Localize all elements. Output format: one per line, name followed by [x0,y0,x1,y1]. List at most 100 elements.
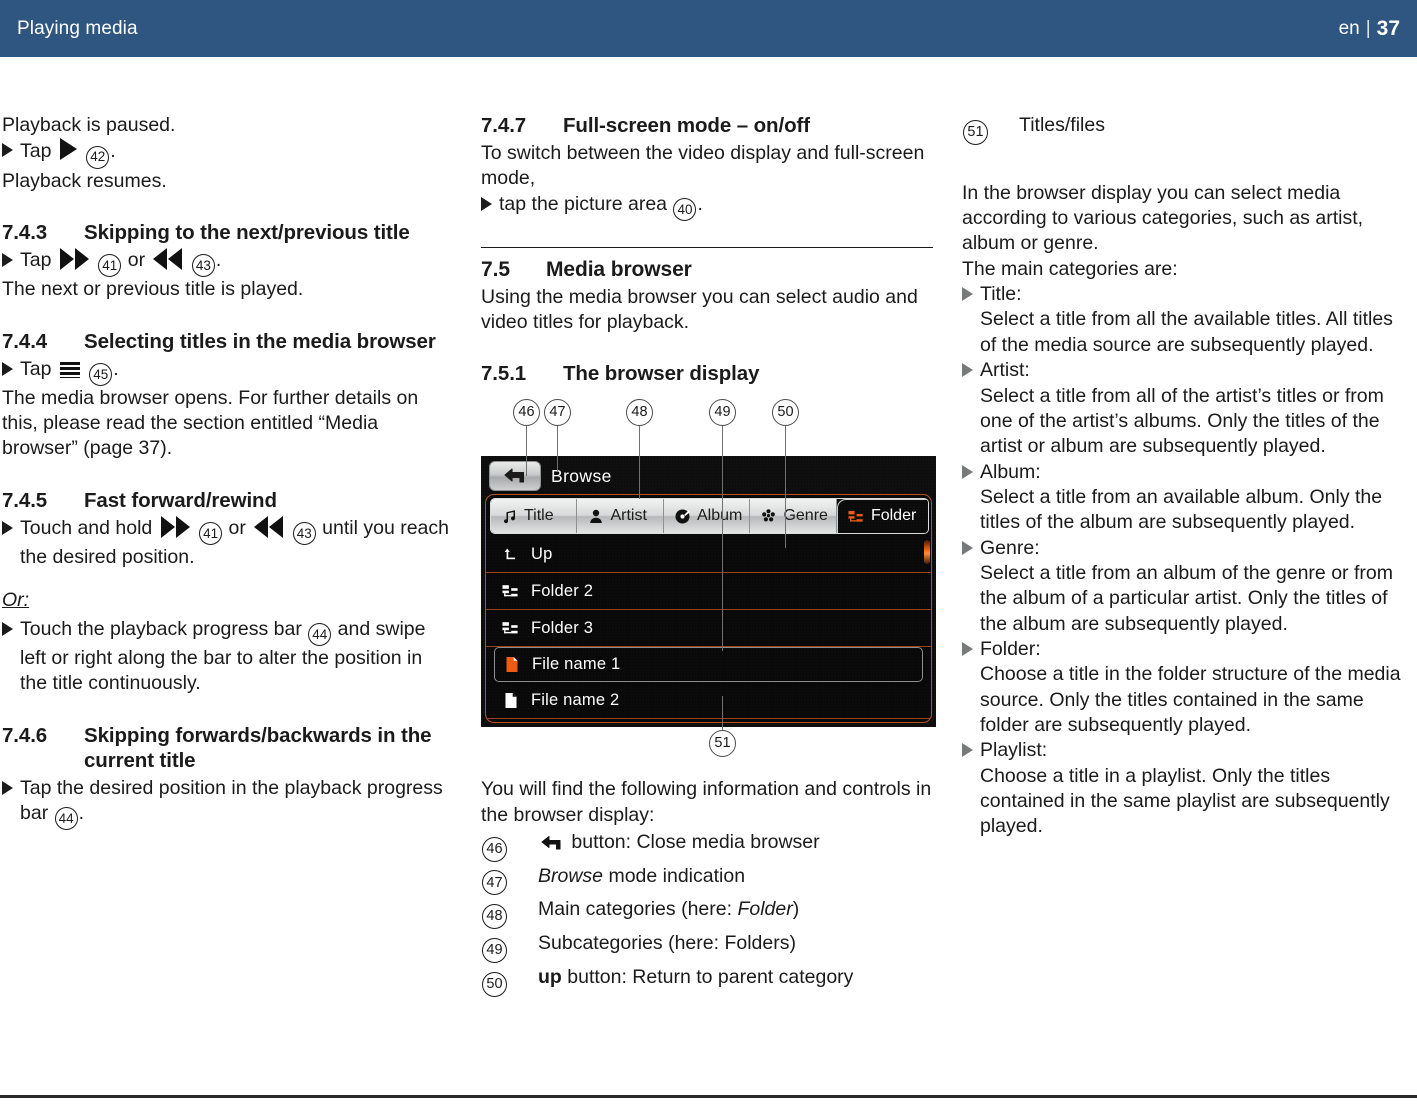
heading-7-4-4: 7.4.4 Selecting titles in the media brow… [2,329,454,354]
step-body: Tap 42. [20,138,454,169]
legend-text-after: mode indication [608,864,746,887]
tab-label: Album [696,506,743,524]
category-name: Title: [980,283,1022,306]
category-description: Choose a title in a playlist. Only the t… [980,764,1390,838]
browser-display-figure: 46 47 48 49 50 51 Browse Title Artist Al… [481,399,936,769]
tab-album[interactable]: Album [663,499,751,534]
result-next-previous: The next or previous title is played. [2,278,304,301]
page-body: Playback is paused. Tap 42. Playback res… [0,57,1417,1098]
category-name: Artist: [980,359,1030,382]
heading-7-5-1: 7.5.1 The browser display [481,361,933,386]
file-icon [500,692,522,709]
header-separator: | [1365,17,1371,39]
heading-text: The browser display [563,362,760,386]
category-album: Album: Select a title from an available … [962,460,1414,536]
back-arrow-icon [541,835,563,851]
heading-text: Media browser [546,257,692,281]
heading-number: 7.4.3 [2,220,48,244]
bullet-triangle-icon [962,464,973,479]
step-text: Touch the playback progress bar [20,617,302,640]
category-folder: Folder: Choose a title in the folder str… [962,637,1414,738]
column-one: Playback is paused. Tap 42. Playback res… [2,113,454,831]
list-item-up[interactable]: Up [486,536,931,574]
legend-ref-circle: 51 [963,119,988,145]
legend-intro: You will find the following information … [481,778,932,826]
tab-label: Folder [870,507,917,525]
callout-50: 50 [772,399,799,427]
tab-artist[interactable]: Artist [577,499,664,534]
legend-text-after: button: Return to parent category [567,965,854,988]
callout-48: 48 [626,399,653,427]
genre-cluster-icon [759,509,778,523]
legend-row-50: 50 up button: Return to parent category [481,965,933,997]
header-language: en [1338,17,1360,39]
bullet-triangle-icon [962,287,973,302]
step-body: tap the picture area 40. [499,192,933,221]
leader-line-46 [526,426,528,477]
list-item-label: Folder 2 [531,581,594,600]
step-tap-skip: Tap 41 or 43. [2,247,454,278]
disc-icon [673,509,692,524]
tab-genre[interactable]: Genre [750,499,837,534]
heading-number: 7.4.7 [481,114,527,137]
category-body: Folder: Choose a title in the folder str… [980,637,1414,738]
step-text: tap the picture area [499,192,668,215]
section-divider [481,246,933,248]
legend-number: 46 [481,830,538,862]
inline-ref-42: 42 [86,145,110,169]
legend-row-49: 49 Subcategories (here: Folders) [481,931,933,963]
list-item-folder-3[interactable]: Folder 3 [486,610,931,648]
step-period: . [697,192,703,215]
scrollbar-thumb[interactable] [924,540,930,565]
list-item-file-name-1[interactable]: File name 1 [494,647,923,683]
tab-label: Title [524,506,554,524]
category-body: Playlist: Choose a title in a playlist. … [980,738,1414,839]
step-period: . [113,357,119,380]
callout-49: 49 [709,399,736,427]
music-note-icon [500,509,519,524]
category-genre: Genre: Select a title from an album of t… [962,536,1414,637]
legend-number: 48 [481,897,538,930]
next-track-icon [59,247,89,270]
heading-text: Skipping forwards/backwards in the curre… [84,723,432,772]
paragraph-browser-intro: In the browser display you can select me… [962,181,1364,255]
browser-top-bar: Browse [481,456,936,496]
inline-ref-40: 40 [673,197,697,221]
step-touch-progress-bar: Touch the playback progress bar 44 and s… [2,617,454,697]
heading-7-4-5: 7.4.5 Fast forward/rewind [2,488,454,513]
step-body: Tap 45. [20,357,454,386]
inline-ref-43: 43 [191,254,215,278]
tab-folder[interactable]: Folder [836,499,928,534]
bullet-triangle-icon [2,780,13,795]
browser-list: Up Folder 2 Folder 3 File name 1 File na… [486,536,931,722]
step-body: Touch and hold 41 or 43 until you reach … [20,515,454,571]
page-header: Playing media en | 37 [0,0,1417,57]
list-item-folder-2[interactable]: Folder 2 [486,573,931,611]
step-tap-position: Tap the desired position in the playback… [2,776,454,831]
inline-ref-44: 44 [54,807,78,831]
bullet-triangle-icon [962,743,973,758]
bullet-triangle-icon [2,361,13,376]
step-period: . [110,140,116,163]
step-tap-menu: Tap 45. [2,357,454,386]
browser-panel: Title Artist Album Genre Folder Up Folde… [485,494,932,724]
bullet-triangle-icon [962,540,973,555]
step-period: . [215,248,222,271]
legend-text: Browse mode indication [538,864,933,889]
page-bottom-rule [0,1095,1417,1098]
step-text: Tap [20,357,52,380]
paragraph-playback-resumes: Playback resumes. [2,169,167,192]
category-description: Select a title from all of the artist’s … [980,384,1384,458]
tab-title[interactable]: Title [491,499,578,534]
legend-text: button: Close media browser [538,830,933,855]
back-arrow-icon[interactable] [489,461,541,492]
step-tap-play: Tap 42. [2,138,454,169]
step-body: Touch the playback progress bar 44 and s… [20,617,454,697]
legend-text-after: button: Close media browser [571,830,820,853]
folder-tree-icon [500,621,522,636]
step-body: Tap the desired position in the playback… [20,776,454,831]
bullet-triangle-icon [2,143,13,158]
step-text: Touch and hold [20,516,153,539]
category-title: Title: Select a title from all the avail… [962,282,1414,358]
list-item-file-name-2[interactable]: File name 2 [486,682,931,720]
